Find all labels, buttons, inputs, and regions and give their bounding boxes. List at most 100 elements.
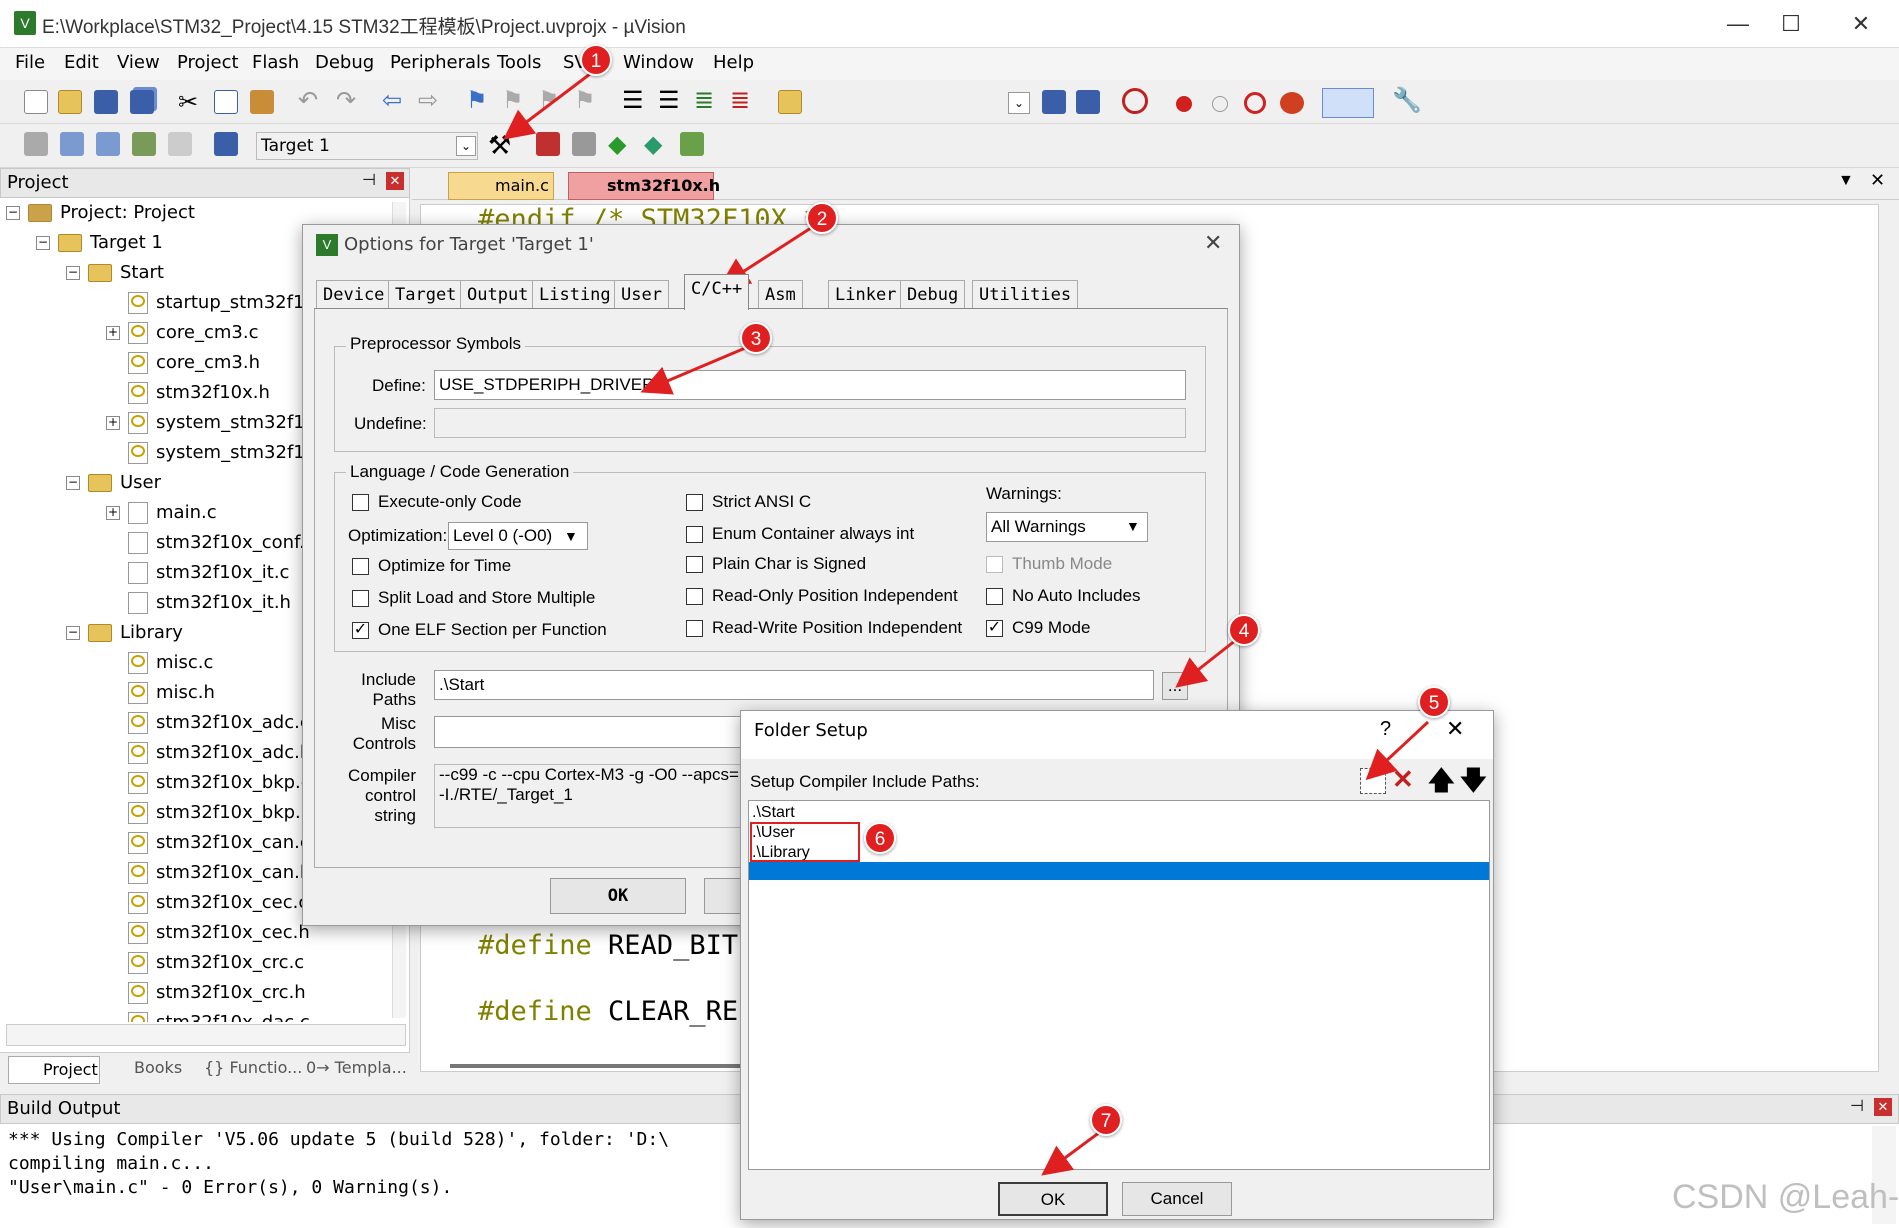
no-auto-includes-checkbox[interactable] [986,588,1003,605]
cut-icon[interactable]: ✂ [178,88,198,117]
menu-peripherals[interactable]: Peripherals [390,52,490,73]
paste-icon[interactable] [250,90,274,114]
new-file-icon[interactable] [24,90,48,114]
find-icon[interactable] [1042,90,1066,114]
build-close-icon[interactable]: ✕ [1874,1098,1892,1116]
path-item[interactable]: .\Start [752,804,795,822]
tree-file[interactable]: stm32f10x_crc.c [6,948,390,978]
configure-icon[interactable]: 🔧 [1392,86,1422,115]
bookmark-icon[interactable]: ⚑ [466,86,488,115]
menu-file[interactable]: File [15,52,45,73]
misc-controls-input[interactable] [434,716,754,748]
clear-bookmarks-icon[interactable]: ⚑ [574,86,596,115]
tab-device[interactable]: Device [316,280,392,308]
stop-build-icon[interactable] [168,132,192,156]
menu-view[interactable]: View [117,52,160,73]
rebuild-icon[interactable] [96,132,120,156]
editor-hscrollbar[interactable] [450,1064,750,1068]
tab-utilities[interactable]: Utilities [972,280,1079,308]
batch-build-icon[interactable] [132,132,156,156]
enum-int-checkbox[interactable] [686,526,703,543]
close-editor-icon[interactable]: ✕ [1870,170,1885,191]
pin-icon[interactable]: ⊣ [362,170,376,190]
save-all-icon[interactable] [130,90,154,114]
plain-char-checkbox[interactable] [686,556,703,573]
tab-debug[interactable]: Debug [900,280,966,308]
rw-pos-checkbox[interactable] [686,620,703,637]
minimize-button[interactable]: — [1713,8,1763,40]
delete-icon[interactable]: ✕ [1392,764,1414,795]
define-input[interactable]: USE_STDPERIPH_DRIVER [434,370,1186,400]
maximize-button[interactable]: ☐ [1766,8,1816,40]
editor-tab-stm32f10x[interactable]: stm32f10x.h [568,172,720,200]
undo-icon[interactable]: ↶ [298,86,318,115]
c99-mode-checkbox[interactable]: ✓ [986,620,1003,637]
manage-multi-project-icon[interactable] [572,132,596,156]
warnings-select[interactable]: All Warnings [986,512,1148,542]
options-for-target-icon[interactable]: ⚒ [488,130,511,161]
menu-help[interactable]: Help [713,52,754,73]
build-icon[interactable] [60,132,84,156]
target-select[interactable]: Target 1 [256,132,478,160]
open-folder-icon[interactable] [58,90,82,114]
tab-linker[interactable]: Linker [828,280,904,308]
tab-functions[interactable]: {} Functio... [204,1058,302,1077]
options-dialog-close[interactable]: ✕ [1204,230,1222,256]
folder-ok-button[interactable]: OK [998,1182,1108,1216]
pack-installer-icon[interactable] [680,132,704,156]
nav-back-icon[interactable]: ⇦ [382,86,402,115]
download-icon[interactable] [214,132,238,156]
tab-project[interactable]: Project [8,1056,100,1084]
folder-setup-help[interactable]: ? [1380,718,1391,741]
copy-icon[interactable] [214,90,238,114]
disable-breakpoint-icon[interactable] [1212,96,1228,112]
tab-books[interactable]: Books [108,1058,182,1077]
build-pin-icon[interactable]: ⊣ [1850,1096,1864,1116]
incremental-find-icon[interactable] [1076,90,1100,114]
one-elf-checkbox[interactable]: ✓ [352,622,369,639]
execute-only-checkbox[interactable] [352,494,369,511]
find-combo-dropdown[interactable]: ⌄ [1008,92,1030,114]
tab-asm[interactable]: Asm [758,280,803,308]
tab-listing[interactable]: Listing [532,280,618,308]
comment-icon[interactable]: ≣ [694,86,714,115]
find-in-files-icon[interactable] [778,90,802,114]
thumb-mode-checkbox[interactable] [986,556,1003,573]
editor-tab-main[interactable]: main.c [448,172,554,200]
prev-bookmark-icon[interactable]: ⚑ [502,86,524,115]
save-icon[interactable] [94,90,118,114]
optimize-time-checkbox[interactable] [352,558,369,575]
options-ok-button[interactable]: OK [550,878,686,914]
include-browse-button[interactable]: ... [1162,672,1188,700]
select-software-packs-icon[interactable]: ◆ [644,130,662,159]
menu-window[interactable]: Window [623,52,694,73]
target-dropdown-arrow[interactable]: ⌄ [456,136,476,156]
menu-edit[interactable]: Edit [64,52,99,73]
include-paths-input[interactable]: .\Start [434,670,1154,700]
tree-file[interactable]: stm32f10x_crc.h [6,978,390,1008]
menu-debug[interactable]: Debug [315,52,374,73]
close-window-button[interactable]: ✕ [1836,8,1886,40]
rte-icon[interactable]: ◆ [608,130,626,159]
tab-target[interactable]: Target [388,280,464,308]
next-bookmark-icon[interactable]: ⚑ [538,86,560,115]
strict-ansi-checkbox[interactable] [686,494,703,511]
unindent-icon[interactable]: ☰ [658,86,680,115]
debug-session-icon[interactable] [1122,88,1148,114]
menu-flash[interactable]: Flash [252,52,299,73]
translate-icon[interactable] [24,132,48,156]
tab-templates[interactable]: 0→ Templa... [306,1058,407,1077]
menu-tools[interactable]: Tools [497,52,541,73]
undefine-input[interactable] [434,408,1186,438]
options-cancel-button[interactable] [704,878,742,914]
tab-output[interactable]: Output [460,280,536,308]
close-panel-icon[interactable]: ✕ [386,172,404,190]
breakpoint-icon[interactable] [1176,96,1192,112]
kill-all-breakpoints-icon[interactable] [1280,92,1304,114]
indent-icon[interactable]: ☰ [622,86,644,115]
disable-all-breakpoints-icon[interactable] [1244,92,1266,114]
folder-cancel-button[interactable]: Cancel [1122,1182,1232,1216]
optimization-dropdown-icon[interactable]: ▼ [564,528,578,544]
window-layout-dropdown[interactable] [1322,88,1374,118]
project-tree-hscrollbar[interactable] [6,1024,406,1046]
